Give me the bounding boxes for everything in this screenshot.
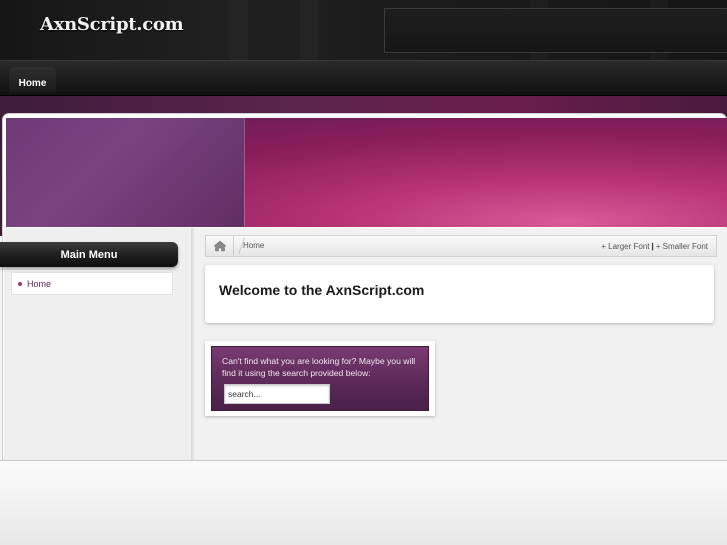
smaller-font-link[interactable]: + Smaller Font bbox=[656, 242, 708, 251]
breadcrumb-home-link[interactable] bbox=[206, 236, 234, 256]
header-stripe bbox=[230, 0, 248, 60]
font-size-controls: + Larger Font | + Smaller Font bbox=[601, 242, 708, 251]
banner-left-panel bbox=[6, 118, 244, 227]
breadcrumb: Home + Larger Font | + Smaller Font bbox=[205, 235, 717, 257]
home-icon bbox=[212, 240, 227, 252]
search-input[interactable] bbox=[224, 384, 330, 404]
larger-font-link[interactable]: + Larger Font bbox=[601, 242, 649, 251]
search-prompt: Can't find what you are looking for? May… bbox=[222, 356, 416, 378]
header-banner bbox=[6, 118, 727, 227]
site-header: AxnScript.com bbox=[0, 0, 727, 60]
banner-divider bbox=[244, 118, 245, 227]
site-footer bbox=[0, 461, 727, 545]
sidebar-divider bbox=[191, 228, 195, 460]
main-menu-list: Home bbox=[11, 272, 173, 295]
breadcrumb-current: Home bbox=[243, 241, 265, 250]
sidebar-item-home[interactable]: Home bbox=[12, 273, 172, 294]
bullet-icon bbox=[18, 281, 22, 286]
search-box: Can't find what you are looking for? May… bbox=[211, 346, 429, 411]
main-menu-title: Main Menu bbox=[0, 242, 178, 267]
header-panel bbox=[384, 8, 727, 53]
welcome-panel: Welcome to the AxnScript.com bbox=[205, 265, 714, 323]
main-nav: Home bbox=[0, 60, 727, 96]
header-stripe bbox=[300, 0, 318, 60]
nav-item-home[interactable]: Home bbox=[9, 67, 56, 93]
sidebar-item-label: Home bbox=[27, 278, 52, 289]
site-logo[interactable]: AxnScript.com bbox=[40, 14, 184, 35]
font-controls-separator: | bbox=[651, 242, 654, 251]
page-title: Welcome to the AxnScript.com bbox=[219, 282, 425, 298]
